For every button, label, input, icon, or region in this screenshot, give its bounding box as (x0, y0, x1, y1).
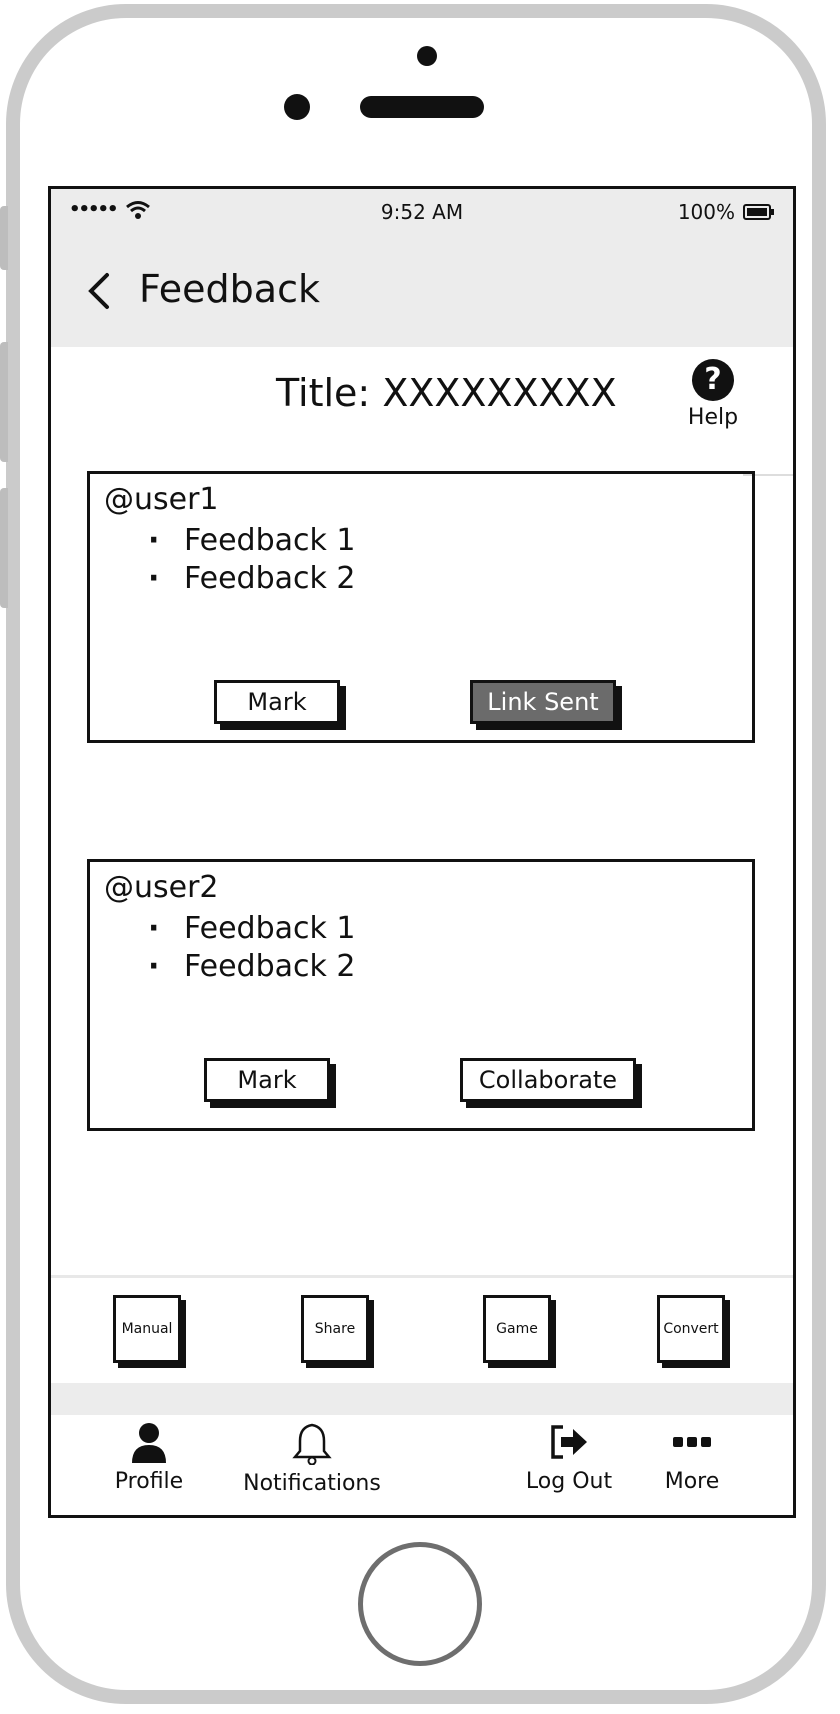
bottom-divider (51, 1275, 793, 1278)
tab-label: Notifications (243, 1471, 381, 1496)
title-row: Title: XXXXXXXXX ? Help (51, 359, 793, 439)
tab-bar-separator (51, 1383, 793, 1415)
list-item: Feedback 1 (148, 910, 356, 948)
help-button[interactable]: ? Help (683, 359, 743, 430)
share-button[interactable]: Share (301, 1295, 369, 1363)
feedback-list: Feedback 1 Feedback 2 (148, 910, 356, 986)
more-icon (673, 1437, 711, 1447)
feedback-list: Feedback 1 Feedback 2 (148, 522, 356, 598)
tab-label: More (664, 1469, 720, 1494)
question-icon: ? (692, 359, 734, 401)
navigation-bar: Feedback (51, 235, 793, 347)
mark-button[interactable]: Mark (204, 1058, 330, 1102)
game-button[interactable]: Game (483, 1295, 551, 1363)
card-username: @user2 (104, 870, 219, 905)
volume-up-button (0, 342, 8, 462)
link-sent-button[interactable]: Link Sent (470, 680, 616, 724)
chevron-left-icon[interactable] (81, 271, 121, 311)
tab-profile[interactable]: Profile (101, 1421, 197, 1494)
battery-icon (743, 204, 774, 220)
feedback-card-user2: @user2 Feedback 1 Feedback 2 Mark Collab… (87, 859, 755, 1131)
card-username: @user1 (104, 482, 219, 517)
user-icon (132, 1423, 166, 1463)
proximity-sensor (284, 94, 310, 120)
help-label: Help (687, 405, 739, 430)
collaborate-button[interactable]: Collaborate (460, 1058, 636, 1102)
mark-button[interactable]: Mark (214, 680, 340, 724)
page-title: Title: XXXXXXXXX (276, 371, 617, 415)
battery-percent: 100% (677, 200, 735, 224)
bell-icon (292, 1423, 332, 1465)
front-camera (417, 46, 437, 66)
volume-down-button (0, 488, 8, 608)
sign-out-icon (551, 1425, 587, 1459)
feedback-card-user1: @user1 Feedback 1 Feedback 2 Mark Link S… (87, 471, 755, 743)
home-button[interactable] (358, 1542, 482, 1666)
status-bar: ••••• 9:52 AM 100% (51, 189, 793, 235)
tab-label: Log Out (525, 1469, 613, 1494)
list-item: Feedback 1 (148, 522, 356, 560)
tab-bar: Profile Notifications Log Out More (51, 1415, 793, 1515)
manual-button[interactable]: Manual (113, 1295, 181, 1363)
tab-more[interactable]: More (649, 1421, 735, 1494)
tab-label: Profile (114, 1469, 184, 1494)
list-item: Feedback 2 (148, 560, 356, 598)
screen: ••••• 9:52 AM 100% Feedback Title: XXXXX… (48, 186, 796, 1518)
mute-switch (0, 206, 8, 270)
quick-actions: Manual Share Game Convert (51, 1285, 793, 1375)
tab-log-out[interactable]: Log Out (519, 1421, 619, 1494)
convert-button[interactable]: Convert (657, 1295, 725, 1363)
tab-notifications[interactable]: Notifications (227, 1421, 397, 1496)
nav-title: Feedback (139, 267, 320, 311)
earpiece-speaker (360, 96, 484, 118)
list-item: Feedback 2 (148, 948, 356, 986)
